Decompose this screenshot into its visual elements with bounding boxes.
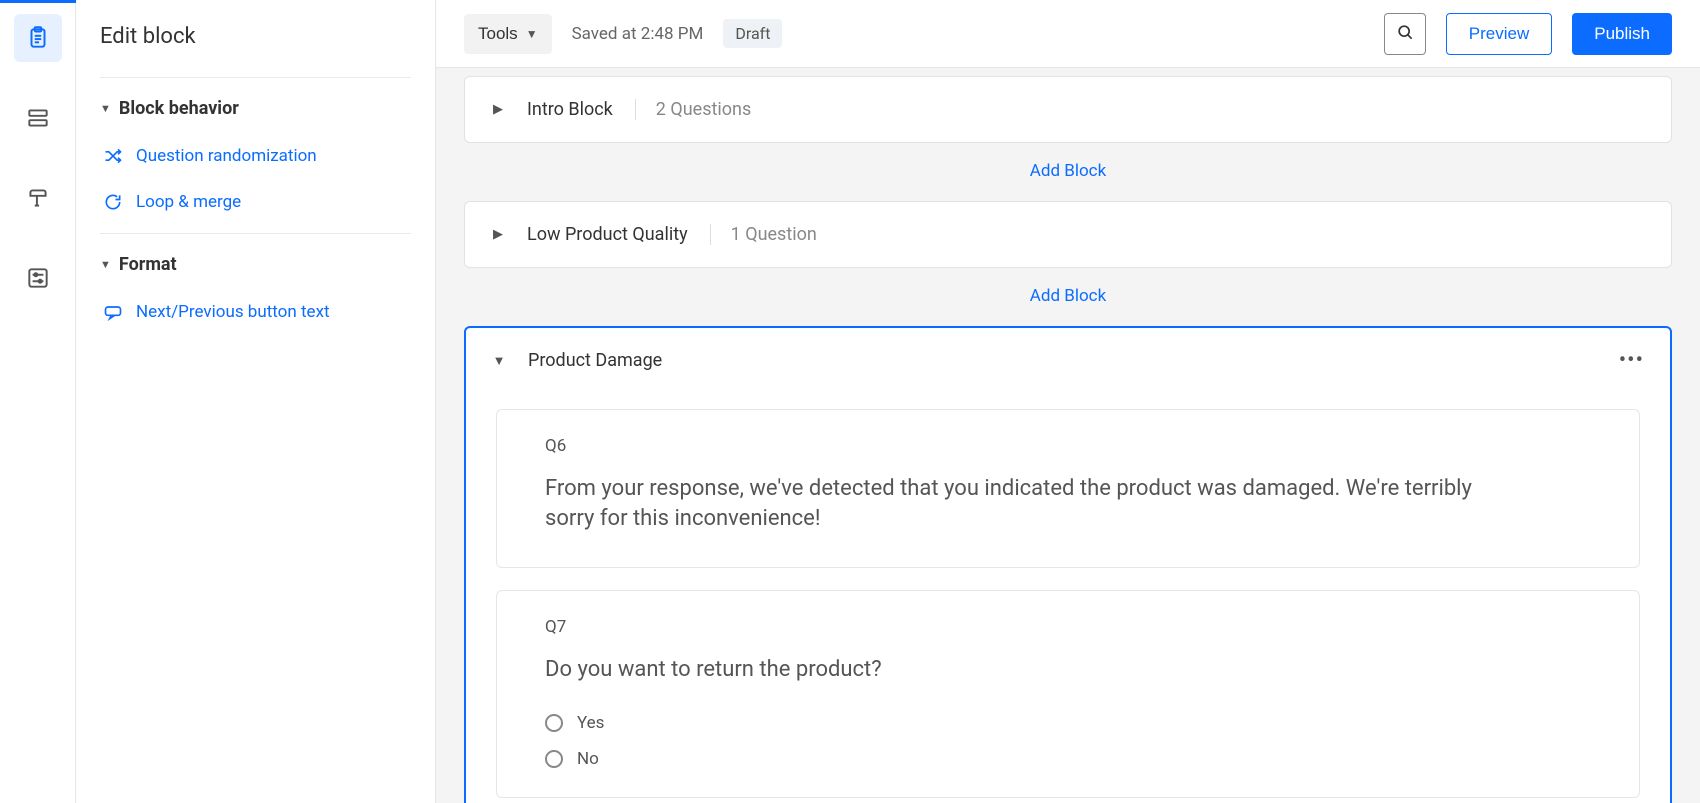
radio-icon xyxy=(545,714,563,732)
tools-label: Tools xyxy=(478,24,518,44)
chevron-down-icon: ▼ xyxy=(526,27,538,41)
topbar: Tools ▼ Saved at 2:48 PM Draft Preview P… xyxy=(436,0,1700,68)
choice-option[interactable]: Yes xyxy=(545,705,1591,741)
question-text: From your response, we've detected that … xyxy=(545,474,1525,533)
button-text-icon xyxy=(102,301,124,323)
block-name: Low Product Quality xyxy=(527,224,688,245)
saved-status: Saved at 2:48 PM xyxy=(572,24,704,44)
choice-label: No xyxy=(577,749,599,769)
link-next-prev-text[interactable]: Next/Previous button text xyxy=(100,289,411,335)
shuffle-icon xyxy=(102,145,124,167)
block-name: Product Damage xyxy=(528,350,662,371)
search-icon xyxy=(1395,22,1415,45)
link-question-randomization[interactable]: Question randomization xyxy=(100,133,411,179)
link-label: Question randomization xyxy=(136,146,317,166)
more-icon[interactable]: ••• xyxy=(1619,357,1644,365)
block-qcount: 2 Questions xyxy=(635,99,751,120)
section-label: Format xyxy=(119,254,177,275)
question-text: Do you want to return the product? xyxy=(545,655,1525,685)
question-id: Q7 xyxy=(545,617,1591,637)
loop-icon xyxy=(102,191,124,213)
sidebar-section-behavior: ▼ Block behavior Question randomization xyxy=(100,77,411,233)
expand-icon[interactable]: ▶ xyxy=(491,102,505,117)
question-list: Q6 From your response, we've detected th… xyxy=(466,381,1670,803)
rail-flow-icon[interactable] xyxy=(14,94,62,142)
draft-badge: Draft xyxy=(723,19,782,48)
question-card[interactable]: Q7 Do you want to return the product? Ye… xyxy=(496,590,1640,798)
add-block-link[interactable]: Add Block xyxy=(464,268,1672,320)
question-id: Q6 xyxy=(545,436,1591,456)
choice-option[interactable]: No xyxy=(545,741,1591,777)
link-label: Next/Previous button text xyxy=(136,302,330,322)
main: Tools ▼ Saved at 2:48 PM Draft Preview P… xyxy=(436,0,1700,803)
block-product-damage[interactable]: ▼ Product Damage ••• Q6 From your respon… xyxy=(464,326,1672,803)
choice-list: Yes No xyxy=(545,705,1591,777)
sidebar-title: Edit block xyxy=(100,24,411,49)
search-button[interactable] xyxy=(1384,13,1426,55)
rail-survey-icon[interactable] xyxy=(14,14,62,62)
section-label: Block behavior xyxy=(119,98,239,119)
block-low-quality[interactable]: ▶ Low Product Quality 1 Question xyxy=(464,201,1672,268)
expand-icon[interactable]: ▶ xyxy=(491,227,505,242)
block-qcount: 1 Question xyxy=(710,224,817,245)
preview-button[interactable]: Preview xyxy=(1446,13,1552,55)
link-label: Loop & merge xyxy=(136,192,241,212)
rail-theme-icon[interactable] xyxy=(14,174,62,222)
sidebar-section-format: ▼ Format Next/Previous button text xyxy=(100,233,411,343)
block-intro[interactable]: ▶ Intro Block 2 Questions xyxy=(464,76,1672,143)
publish-button[interactable]: Publish xyxy=(1572,13,1672,55)
question-card[interactable]: Q6 From your response, we've detected th… xyxy=(496,409,1640,568)
add-block-link[interactable]: Add Block xyxy=(464,143,1672,195)
icon-rail xyxy=(0,0,76,803)
section-header-behavior[interactable]: ▼ Block behavior xyxy=(100,98,411,119)
collapse-icon[interactable]: ▼ xyxy=(492,353,506,369)
choice-label: Yes xyxy=(577,713,604,733)
link-loop-merge[interactable]: Loop & merge xyxy=(100,179,411,225)
caret-down-icon: ▼ xyxy=(100,102,111,115)
caret-down-icon: ▼ xyxy=(100,258,111,271)
tools-dropdown[interactable]: Tools ▼ xyxy=(464,14,552,54)
rail-options-icon[interactable] xyxy=(14,254,62,302)
radio-icon xyxy=(545,750,563,768)
block-name: Intro Block xyxy=(527,99,613,120)
canvas: ▶ Intro Block 2 Questions Add Block ▶ Lo… xyxy=(436,68,1700,803)
sidebar: Edit block ▼ Block behavior Question ran… xyxy=(76,0,436,803)
section-header-format[interactable]: ▼ Format xyxy=(100,254,411,275)
